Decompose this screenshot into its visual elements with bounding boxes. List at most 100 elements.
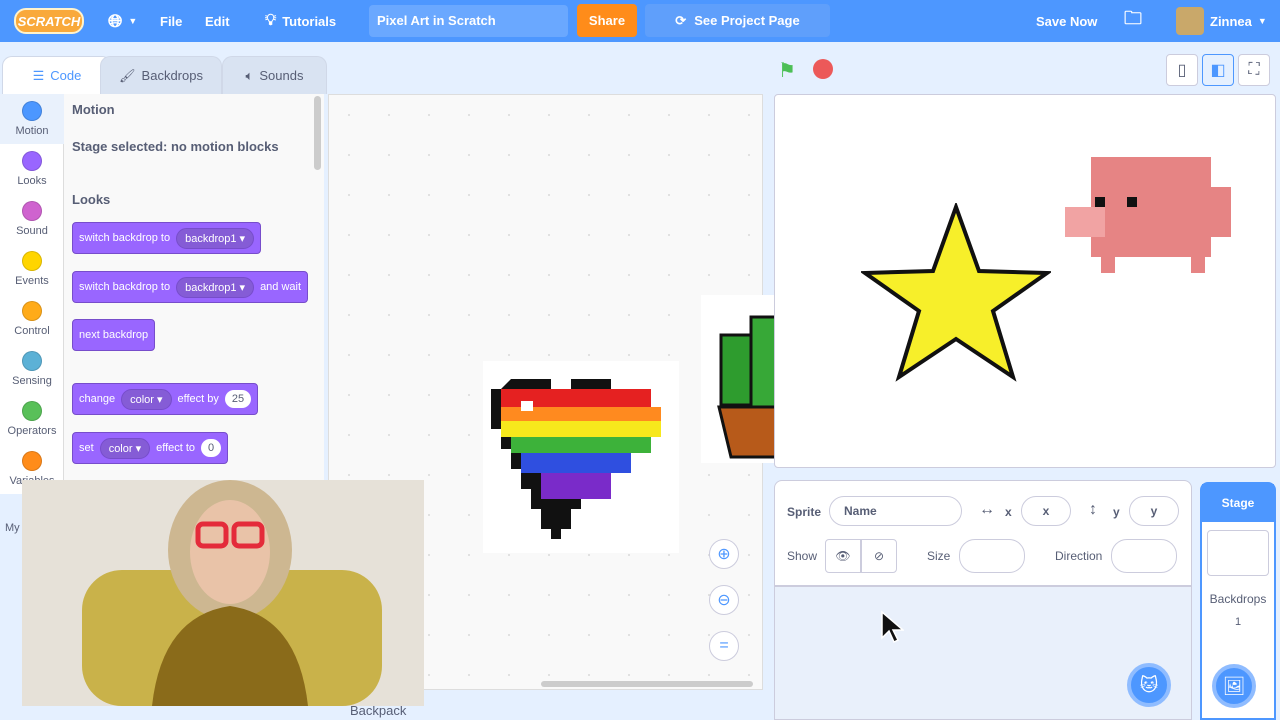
- small-stage-button[interactable]: ▯: [1166, 54, 1198, 86]
- presenter-video: [22, 480, 424, 706]
- y-input[interactable]: y: [1129, 496, 1179, 526]
- reset-zoom-button[interactable]: =: [709, 631, 739, 661]
- avatar: [1176, 7, 1204, 35]
- tutorials-button[interactable]: 💡︎ Tutorials: [265, 0, 336, 42]
- stop-icon[interactable]: [813, 59, 833, 79]
- category-label: Events: [15, 275, 49, 287]
- stage-target-panel[interactable]: Stage Backdrops 1 🖼︎: [1200, 482, 1276, 720]
- category-sound[interactable]: Sound: [0, 194, 64, 244]
- tab-sounds[interactable]: 🔈︎ Sounds: [222, 56, 327, 94]
- block-switch-backdrop-and-wait[interactable]: switch backdrop to backdrop1 ▾ and wait: [72, 271, 309, 303]
- category-label: Motion: [15, 125, 49, 137]
- direction-label: Direction: [1055, 549, 1103, 563]
- block-next-backdrop[interactable]: next backdrop: [72, 319, 156, 351]
- block-text: next backdrop: [79, 329, 149, 341]
- fullscreen-button[interactable]: ⛶: [1238, 54, 1270, 86]
- category-label: Control: [14, 325, 50, 337]
- x-input[interactable]: x: [1021, 496, 1071, 526]
- speaker-icon: 🔈︎: [245, 67, 254, 83]
- tab-label: Sounds: [259, 68, 304, 83]
- block-text: switch backdrop to: [79, 281, 171, 293]
- y-label: y: [1113, 505, 1120, 519]
- category-operators[interactable]: Operators: [0, 394, 64, 444]
- file-menu[interactable]: File: [160, 0, 182, 42]
- value-input[interactable]: 25: [224, 390, 252, 408]
- size-input[interactable]: [959, 539, 1025, 573]
- sensing-dot: [22, 351, 42, 371]
- equals-icon: =: [719, 637, 729, 654]
- code-icon: ☰: [32, 67, 45, 83]
- control-dot: [22, 301, 42, 321]
- category-my-blocks[interactable]: My: [5, 522, 20, 534]
- block-switch-backdrop[interactable]: switch backdrop to backdrop1 ▾: [72, 222, 262, 254]
- effect-dropdown[interactable]: color ▾: [99, 437, 151, 459]
- category-control[interactable]: Control: [0, 294, 64, 344]
- zoom-out-icon: ⊖: [717, 592, 731, 609]
- backdrops-count: 1: [1234, 616, 1242, 628]
- backdrop-dropdown[interactable]: backdrop1 ▾: [176, 276, 255, 298]
- scratch-logo[interactable]: SCRATCH: [14, 8, 84, 34]
- edit-menu[interactable]: Edit: [205, 0, 230, 42]
- presenter-webcam-overlay: [22, 480, 424, 706]
- sprite-info-panel: Sprite Name ↔ x x ↕ y y Show 👁︎ ⊘ Size D…: [774, 480, 1192, 586]
- stage-canvas[interactable]: [774, 94, 1276, 468]
- zoom-in-icon: ⊕: [717, 546, 731, 563]
- show-label: Show: [787, 549, 818, 563]
- globe-icon: 🌐︎: [108, 10, 123, 31]
- category-label: Looks: [17, 175, 47, 187]
- add-backdrop-button[interactable]: 🖼︎: [1212, 664, 1256, 708]
- username: Zinnea: [1210, 13, 1252, 29]
- hide-button[interactable]: ⊘: [861, 539, 897, 573]
- share-button[interactable]: Share: [577, 4, 637, 37]
- tab-backdrops[interactable]: 🖌︎ Backdrops: [100, 56, 222, 94]
- motion-note: Stage selected: no motion blocks: [72, 139, 279, 154]
- category-menu: Motion Looks Sound Events Control Sensin…: [0, 94, 64, 494]
- category-looks[interactable]: Looks: [0, 144, 64, 194]
- dropdown-value: backdrop1: [185, 281, 237, 294]
- effect-dropdown[interactable]: color ▾: [121, 388, 172, 410]
- zoom-in-button[interactable]: ⊕: [709, 539, 739, 569]
- category-sensing[interactable]: Sensing: [0, 344, 64, 394]
- palette-scrollbar[interactable]: [314, 96, 321, 170]
- sprite-name-input[interactable]: Name: [829, 496, 962, 526]
- lightbulb-icon: 💡︎: [265, 12, 277, 29]
- eye-slash-icon: ⊘: [873, 549, 885, 563]
- brush-icon: 🖌︎: [119, 67, 136, 83]
- pig-pixel-art: [1065, 157, 1231, 273]
- code-horizontal-scrollbar[interactable]: [541, 681, 753, 687]
- image-plus-icon: 🖼︎: [1222, 675, 1246, 696]
- block-text: switch backdrop to: [79, 232, 171, 244]
- direction-input[interactable]: [1111, 539, 1177, 573]
- zoom-out-button[interactable]: ⊖: [709, 585, 739, 615]
- language-menu[interactable]: 🌐︎ ▼: [108, 0, 137, 42]
- account-menu[interactable]: Zinnea ▼: [1176, 0, 1267, 42]
- block-change-effect[interactable]: change color ▾ effect by 25: [72, 383, 259, 415]
- add-sprite-button[interactable]: 🐱︎: [1127, 663, 1171, 707]
- category-motion[interactable]: Motion: [0, 94, 64, 144]
- dropdown-value: color: [130, 393, 154, 406]
- backdrop-dropdown[interactable]: backdrop1 ▾: [176, 227, 255, 249]
- category-events[interactable]: Events: [0, 244, 64, 294]
- see-project-page-button[interactable]: ⟳ See Project Page: [645, 4, 830, 37]
- folder-icon[interactable]: 🗀: [1124, 0, 1142, 42]
- project-title-input[interactable]: Pixel Art in Scratch: [369, 5, 568, 37]
- save-now-button[interactable]: Save Now: [1036, 0, 1097, 42]
- chevron-down-icon: ▼: [128, 16, 138, 26]
- tutorials-label: Tutorials: [282, 13, 337, 29]
- green-flag-icon[interactable]: ⚑: [778, 58, 796, 83]
- normal-stage-icon: ◧: [1210, 62, 1226, 79]
- value-input[interactable]: 0: [201, 439, 222, 457]
- stage-thumbnail[interactable]: [1207, 530, 1269, 576]
- tab-code[interactable]: ☰ Code: [2, 56, 112, 94]
- show-button[interactable]: 👁︎: [825, 539, 861, 573]
- tab-label: Backdrops: [141, 68, 203, 83]
- events-dot: [22, 251, 42, 271]
- block-set-effect[interactable]: set color ▾ effect to 0: [72, 432, 229, 464]
- motion-dot: [22, 101, 42, 121]
- normal-stage-button[interactable]: ◧: [1202, 54, 1234, 86]
- block-text: and wait: [260, 281, 302, 293]
- see-project-label: See Project Page: [694, 13, 800, 28]
- eye-icon: 👁︎: [835, 549, 851, 563]
- looks-heading: Looks: [72, 192, 111, 207]
- chevron-down-icon: ▼: [1257, 16, 1267, 26]
